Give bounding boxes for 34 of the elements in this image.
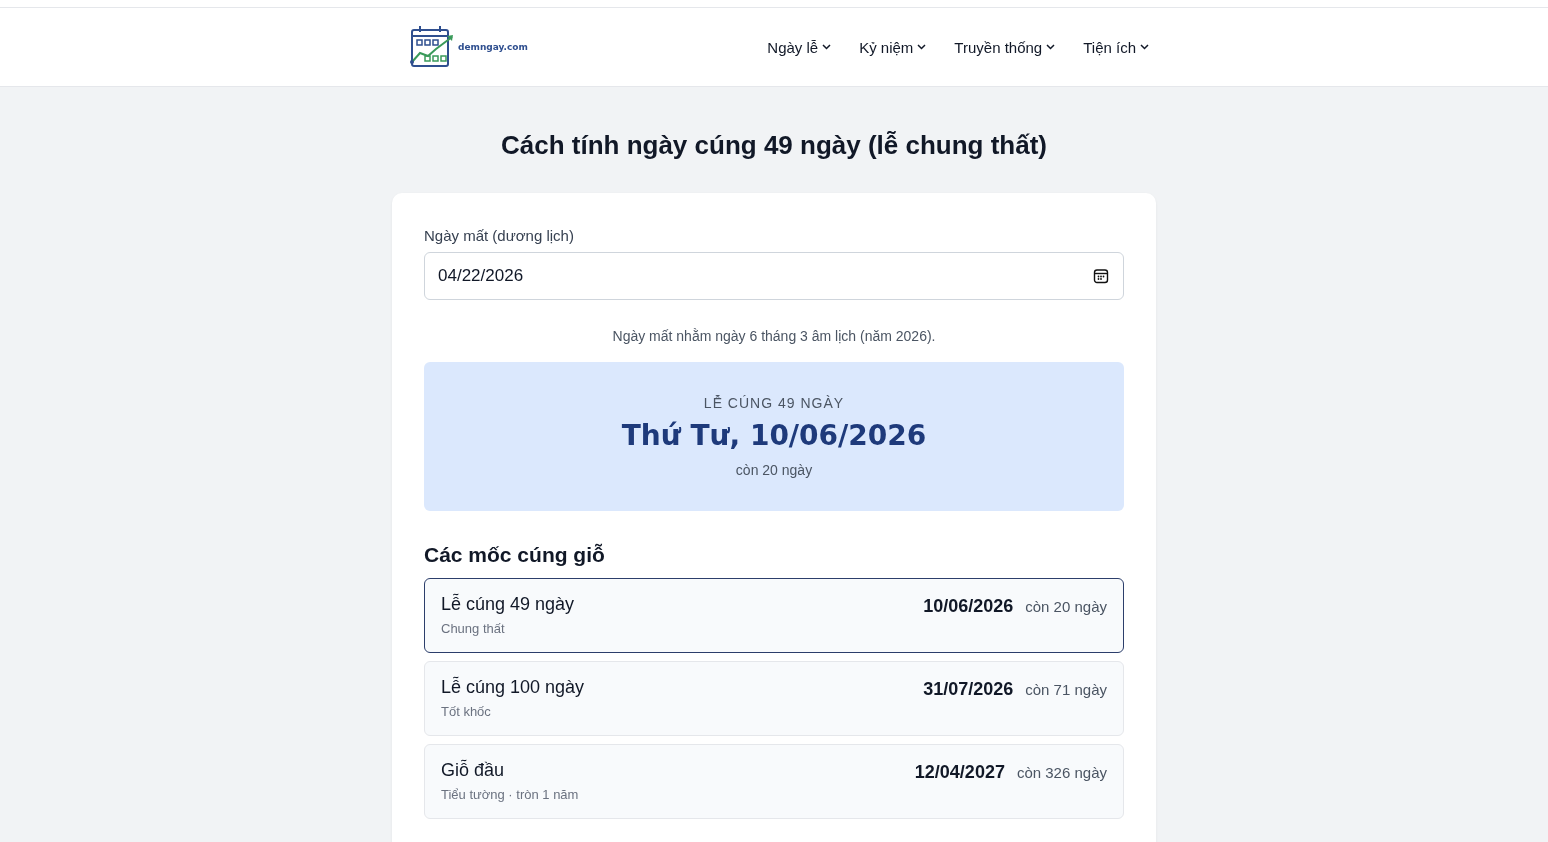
milestone-subtitle: Chung thất <box>441 621 506 636</box>
chevron-down-icon <box>822 44 832 50</box>
nav-menu-link[interactable]: Kỷ niệm <box>859 38 927 56</box>
chevron-down-icon <box>917 44 927 50</box>
date-input-field[interactable]: 04/22/2026 <box>424 252 1124 300</box>
milestone-item[interactable]: Giỗ đầu Tiểu tường · tròn 1 năm 12/04/2027 còn 326 ngày <box>424 744 1124 819</box>
chevron-down-icon <box>1046 44 1056 50</box>
nav-menu-link[interactable]: Tiện ích <box>1083 38 1149 56</box>
milestone-date: 31/07/2026 <box>923 679 1014 700</box>
milestone-name: Giỗ đầu <box>441 760 506 781</box>
result-label: LỄ CÚNG 49 NGÀY <box>703 395 845 411</box>
milestone-subtitle: Tốt khốc <box>441 704 492 719</box>
milestone-subtitle: Tiểu tường · tròn 1 năm <box>441 787 579 802</box>
milestone-item[interactable]: Lễ cúng 49 ngày Chung thất 10/06/2026 còn 20 ngày <box>424 578 1124 653</box>
section-heading: Các mốc cúng giỗ <box>424 543 606 567</box>
milestone-name: Lễ cúng 49 ngày <box>441 594 575 615</box>
field-label: Ngày mất (dương lịch) <box>424 227 575 244</box>
nav-menu-link[interactable]: Ngày lễ <box>767 38 832 56</box>
milestone-date: 12/04/2027 <box>914 762 1005 783</box>
milestone-item[interactable]: Lễ cúng 100 ngày Tốt khốc 31/07/2026 còn 71 ngày <box>424 661 1124 736</box>
logo-text[interactable]: demngay.com <box>458 42 528 52</box>
days-remaining: còn 71 ngày <box>1025 681 1107 698</box>
calendar-chart-logo-icon[interactable] <box>409 25 455 69</box>
nav-menu-link[interactable]: Truyền thống <box>954 38 1056 56</box>
milestone-date: 10/06/2026 <box>923 596 1014 617</box>
days-remaining: còn 20 ngày <box>735 462 813 478</box>
page-title: Cách tính ngày cúng 49 ngày (lễ chung thất) <box>499 130 1049 161</box>
days-remaining: còn 20 ngày <box>1025 598 1107 615</box>
days-remaining: còn 326 ngày <box>1016 764 1107 781</box>
milestone-name: Lễ cúng 100 ngày <box>441 677 585 698</box>
calendar-icon[interactable] <box>1093 268 1109 284</box>
lunar-date-note: Ngày mất nhằm ngày 6 tháng 3 âm lịch (năm 2026). <box>611 328 937 344</box>
chevron-down-icon <box>1140 44 1149 50</box>
result-date: Thứ Tư, 10/06/2026 <box>621 419 927 452</box>
